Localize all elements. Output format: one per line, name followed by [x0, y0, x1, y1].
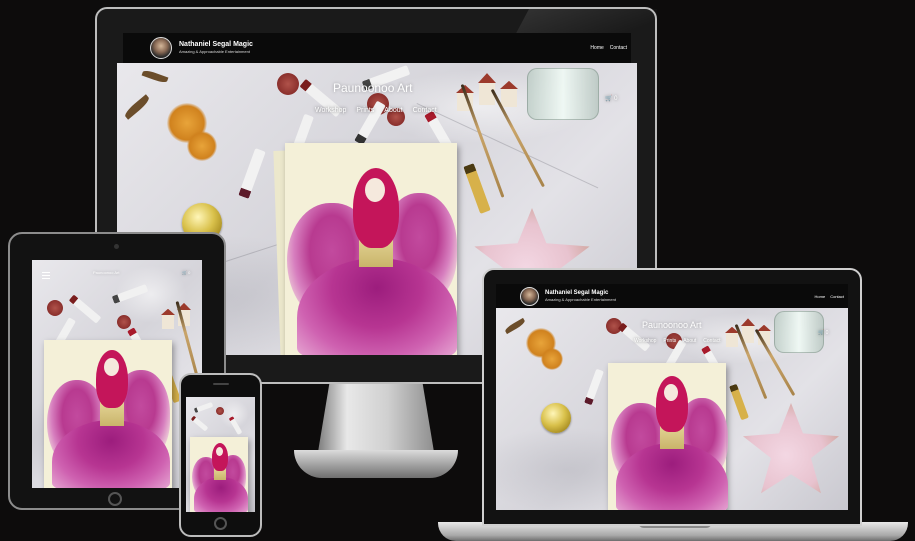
- laptop-shop-title[interactable]: Paunoonoo Art: [642, 320, 702, 330]
- desktop-shop-nav: Workshop Prints About Contact: [315, 107, 437, 114]
- laptop-device: Nathaniel Segal Magic Amazing & Approach…: [482, 268, 862, 526]
- laptop-nav: Home Contact: [815, 294, 844, 299]
- desktop-nav: Home Contact: [590, 45, 627, 51]
- cart-icon: 🛒: [605, 96, 613, 102]
- nav-home[interactable]: Home: [815, 294, 826, 299]
- tablet-shop-title[interactable]: Paunoonoo Art: [93, 270, 119, 275]
- laptop-cart[interactable]: 🛒 0: [818, 330, 828, 336]
- shop-nav-contact[interactable]: Contact: [413, 107, 437, 114]
- brand-block[interactable]: Nathaniel Segal Magic Amazing & Approach…: [179, 41, 253, 55]
- nav-contact[interactable]: Contact: [830, 294, 844, 299]
- laptop-site-header: Nathaniel Segal Magic Amazing & Approach…: [496, 284, 848, 308]
- tablet-hero-artwork: [32, 260, 202, 488]
- shop-nav-about[interactable]: About: [384, 107, 402, 114]
- phone-home-button[interactable]: [214, 517, 227, 530]
- nav-home[interactable]: Home: [590, 45, 603, 51]
- avatar[interactable]: [150, 37, 172, 59]
- hamburger-menu-icon[interactable]: [42, 272, 50, 281]
- cart-icon: 🛒: [818, 330, 825, 336]
- phone-device: [179, 373, 262, 537]
- tablet-home-button[interactable]: [108, 492, 122, 506]
- nav-contact[interactable]: Contact: [610, 45, 627, 51]
- desktop-cart[interactable]: 🛒 0: [605, 95, 618, 102]
- brand-block[interactable]: Nathaniel Segal Magic Amazing & Approach…: [545, 290, 616, 302]
- brand-name[interactable]: Nathaniel Segal Magic: [545, 290, 616, 297]
- desktop-site-header: Nathaniel Segal Magic Amazing & Approach…: [123, 33, 631, 63]
- monitor-stand-neck: [318, 382, 434, 452]
- cart-icon: 🛒: [182, 270, 187, 275]
- laptop-shop-nav: Workshop Prints About Contact: [634, 338, 721, 344]
- shop-nav-prints[interactable]: Prints: [663, 338, 676, 344]
- cart-count: 0: [825, 330, 829, 336]
- shop-nav-prints[interactable]: Prints: [356, 107, 374, 114]
- tagline: Amazing & Approachable Entertainment: [179, 49, 250, 54]
- avatar[interactable]: [520, 286, 539, 306]
- cart-count: 0: [614, 96, 618, 102]
- phone-speaker: [213, 383, 229, 385]
- shop-nav-workshop[interactable]: Workshop: [634, 338, 656, 344]
- brand-name[interactable]: Nathaniel Segal Magic: [179, 41, 253, 49]
- shop-nav-contact[interactable]: Contact: [703, 338, 720, 344]
- tablet-cart[interactable]: 🛒 0: [182, 270, 190, 275]
- cart-count: 0: [188, 270, 191, 275]
- phone-hero-artwork: [186, 397, 255, 512]
- monitor-stand-base: [294, 450, 458, 478]
- tagline: Amazing & Approachable Entertainment: [545, 297, 616, 302]
- tablet-camera: [114, 244, 119, 249]
- desktop-shop-title[interactable]: Paunoonoo Art: [333, 81, 412, 95]
- shop-nav-workshop[interactable]: Workshop: [315, 107, 346, 114]
- shop-nav-about[interactable]: About: [683, 338, 696, 344]
